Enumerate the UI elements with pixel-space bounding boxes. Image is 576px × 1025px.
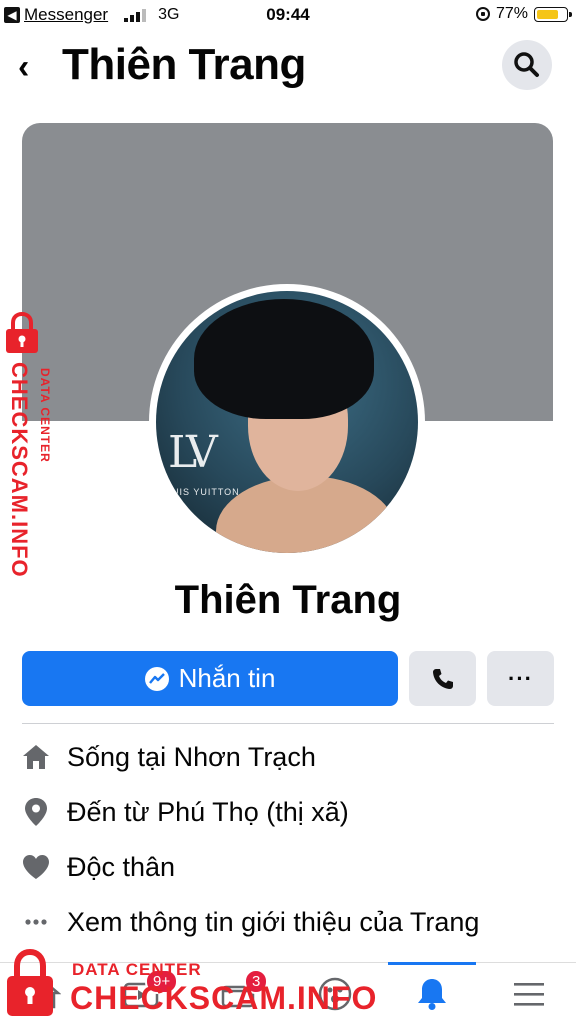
profile-name: Thiên Trang: [174, 578, 402, 622]
divider: [22, 723, 554, 724]
watermark-site: CHECKSCAM.INFO: [7, 362, 32, 578]
message-button[interactable]: Nhắn tin: [22, 651, 398, 706]
call-button[interactable]: [409, 651, 476, 706]
tab-notifications[interactable]: [388, 963, 476, 1025]
bell-icon: [418, 979, 446, 1010]
search-icon: [514, 52, 539, 77]
info-row-lives-in[interactable]: Sống tại Nhơn Trạch: [22, 735, 562, 779]
lock-icon: [7, 948, 53, 1016]
avatar-logo: LV: [168, 427, 218, 478]
profile-header: ‹ Thiên Trang: [0, 36, 576, 96]
battery-fill: [537, 9, 558, 19]
search-button[interactable]: [502, 40, 552, 90]
avatar-hair: [194, 299, 374, 419]
lock-icon: [6, 312, 38, 353]
status-right: 77%: [475, 5, 572, 23]
info-prefix: Đến từ: [67, 796, 158, 827]
status-bar: ◀ Messenger 3G 09:44 77%: [0, 0, 576, 30]
info-value: Phú Thọ (thị xã): [157, 796, 349, 827]
battery-icon: [534, 6, 572, 22]
avatar-photo: LV UIS YUITTON: [156, 291, 418, 553]
watermark-caption: DATA CENTER: [38, 368, 52, 463]
messenger-icon: [144, 666, 169, 691]
rotation-lock-icon: [475, 7, 490, 21]
phone-icon: [432, 668, 453, 689]
tab-menu[interactable]: [485, 963, 573, 1025]
info-prefix: Sống tại: [67, 741, 174, 772]
watermark-bottom: DATA CENTER CHECKSCAM.INFO: [0, 948, 380, 1024]
heart-icon: [22, 853, 50, 881]
info-row-from[interactable]: Đến từ Phú Thọ (thị xã): [22, 790, 562, 834]
info-row-see-about[interactable]: Xem thông tin giới thiệu của Trang: [22, 900, 562, 944]
page-title: Thiên Trang: [62, 40, 306, 89]
more-options-button[interactable]: ···: [487, 651, 554, 706]
message-button-label: Nhắn tin: [178, 663, 276, 693]
watermark-caption: DATA CENTER: [72, 960, 202, 979]
back-button[interactable]: ‹: [18, 48, 29, 87]
home-icon: [22, 743, 50, 771]
watermark-site: CHECKSCAM.INFO: [70, 980, 378, 1016]
avatar-brand: UIS YUITTON: [172, 487, 240, 497]
info-row-relationship[interactable]: Độc thân: [22, 845, 562, 889]
battery-percent: 77%: [495, 5, 528, 22]
location-pin-icon: [22, 798, 50, 826]
profile-avatar[interactable]: LV UIS YUITTON: [149, 284, 425, 560]
info-value: Nhơn Trạch: [173, 741, 316, 772]
menu-icon: [514, 983, 544, 1006]
info-value: Xem thông tin giới thiệu của Trang: [67, 906, 480, 937]
info-value: Độc thân: [67, 851, 176, 882]
watermark-side: CHECKSCAM.INFO DATA CENTER: [0, 310, 70, 590]
more-dots-icon: [22, 908, 50, 936]
